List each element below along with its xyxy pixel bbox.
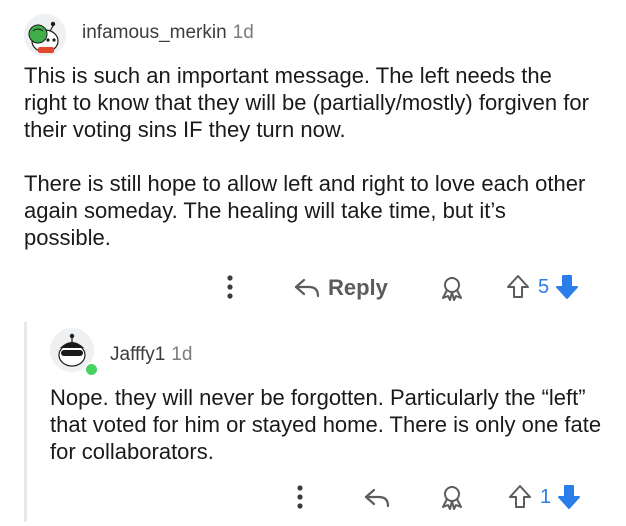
more-options-icon <box>297 485 303 509</box>
vote-score: 1 <box>540 485 552 508</box>
snoo-avatar-icon <box>24 14 66 56</box>
downvote-icon <box>558 485 581 509</box>
award-button[interactable] <box>438 274 466 302</box>
online-status-indicator <box>84 362 99 377</box>
comment-meta: Jafffy1 1d <box>110 344 192 366</box>
reply-button[interactable]: Reply <box>294 273 388 303</box>
thread-line[interactable] <box>24 322 27 522</box>
reply-arrow-icon <box>364 488 390 508</box>
username[interactable]: Jafffy1 <box>110 344 165 366</box>
reply-label: Reply <box>328 275 388 300</box>
upvote-button[interactable] <box>508 484 532 510</box>
downvote-button[interactable] <box>557 484 581 510</box>
vote-controls: 1 <box>508 482 581 512</box>
comment: infamous_merkin 1d This is such an impor… <box>0 0 626 310</box>
more-options-icon <box>227 275 233 299</box>
comment-paragraph: Nope. they will never be forgotten. Part… <box>50 385 602 464</box>
comment-paragraph: This is such an important message. The l… <box>24 63 589 142</box>
downvote-button[interactable] <box>555 274 579 300</box>
reply-comment: Jafffy1 1d Nope. they will never be forg… <box>40 318 626 526</box>
username[interactable]: infamous_merkin <box>82 22 227 44</box>
comment-age: 1d <box>232 22 254 43</box>
comment-meta: infamous_merkin 1d <box>82 22 254 44</box>
comment-body: Nope. they will never be forgotten. Part… <box>50 384 610 465</box>
award-icon <box>442 277 462 301</box>
vote-score: 5 <box>538 275 550 298</box>
user-avatar[interactable] <box>24 14 66 56</box>
upvote-icon <box>507 275 529 298</box>
more-options-button[interactable] <box>288 482 312 512</box>
upvote-icon <box>509 485 531 508</box>
award-icon <box>442 486 462 510</box>
comment-body: This is such an important message. The l… <box>24 62 594 251</box>
award-button[interactable] <box>438 483 466 511</box>
vote-controls: 5 <box>506 272 579 302</box>
comment-age: 1d <box>171 344 193 365</box>
more-options-button[interactable] <box>218 272 242 302</box>
downvote-icon <box>556 275 579 299</box>
upvote-button[interactable] <box>506 274 530 300</box>
comment-paragraph: There is still hope to allow left and ri… <box>24 171 586 250</box>
reply-arrow-icon <box>294 278 320 298</box>
reply-button[interactable] <box>362 484 392 512</box>
